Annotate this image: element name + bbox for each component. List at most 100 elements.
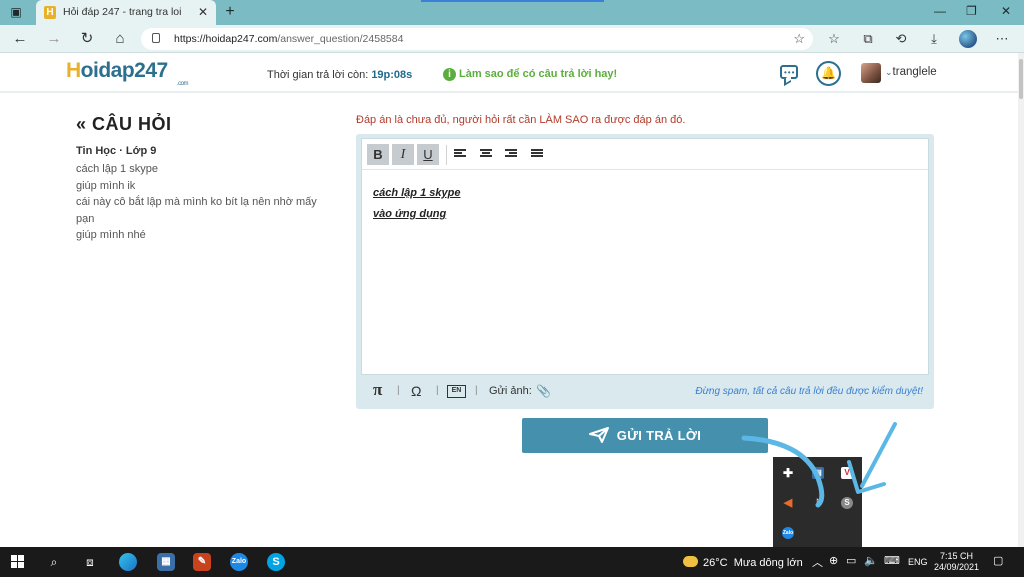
site-header: Hoidap247 .com Thời gian trả lời còn: 19… — [0, 53, 1018, 93]
weather-widget[interactable]: 26°C Mưa dông lớn — [683, 556, 803, 569]
address-bar[interactable]: https://hoidap247.com/answer_question/24… — [141, 28, 813, 50]
answer-line: cách lập 1 skype — [373, 187, 461, 199]
answer-tip-link[interactable]: i Làm sao để có câu trả lời hay! — [443, 68, 617, 81]
show-hidden-icons-chevron-icon[interactable]: ︿ — [812, 554, 823, 570]
minimize-icon[interactable]: — — [934, 4, 946, 18]
question-line: cách lập 1 skype — [76, 163, 158, 175]
site-logo[interactable]: Hoidap247 .com — [66, 59, 189, 87]
align-justify-icon[interactable] — [531, 149, 543, 160]
answer-editor: B I U cách lập 1 skype vào ứng dụng π | … — [356, 134, 934, 409]
english-input-icon[interactable]: EN — [447, 385, 466, 398]
downloads-icon[interactable]: ⤓ — [925, 30, 943, 48]
italic-button[interactable]: I — [392, 144, 414, 165]
answer-text-area[interactable]: cách lập 1 skype vào ứng dụng — [373, 183, 460, 225]
tab-title: Hỏi đáp 247 - trang tra loi — [63, 6, 182, 18]
reload-icon[interactable]: ↻ — [78, 30, 96, 48]
browser-tab[interactable]: H Hỏi đáp 247 - trang tra loi ✕ — [36, 0, 216, 25]
tray-volume-icon[interactable]: 🔈 — [864, 554, 878, 567]
collections-icon[interactable]: ⧉ — [859, 30, 877, 48]
tray-antivirus-icon[interactable]: V — [841, 467, 853, 479]
timer-label: Thời gian trả lời còn: — [267, 69, 369, 81]
home-icon[interactable]: ⌂ — [111, 30, 129, 48]
weather-cloud-icon — [683, 556, 698, 567]
new-tab-icon[interactable]: + — [222, 3, 238, 21]
forward-icon[interactable]: → — [45, 30, 63, 48]
user-menu[interactable]: ⌄tranglele — [885, 66, 937, 78]
special-char-omega-icon[interactable]: Ω — [411, 383, 421, 399]
favorites-icon[interactable]: ☆ — [825, 30, 843, 48]
window-close-icon[interactable]: ✕ — [1001, 4, 1011, 18]
submit-answer-button[interactable]: GỬI TRẢ LỜI — [522, 418, 768, 453]
add-favorite-icon[interactable]: ☆ — [793, 31, 805, 47]
logo-h: H — [66, 59, 81, 82]
align-center-icon[interactable] — [480, 149, 492, 160]
windows-taskbar: ⌕ ⧈ ▦ ✎ Zalo S 26°C Mưa dông lớn ︿ ⊕ ▭ 🔈… — [0, 547, 1024, 577]
weather-temp: 26°C — [703, 557, 728, 569]
tab-close-icon[interactable]: ✕ — [198, 5, 208, 19]
answer-warning: Đáp án là chưa đủ, người hỏi rất cần LÀM… — [356, 114, 686, 126]
tab-actions-icon[interactable]: ▣ — [8, 5, 24, 19]
more-menu-icon[interactable]: ⋯ — [993, 30, 1011, 48]
tray-bluetooth-icon[interactable]: ᛒ — [812, 497, 824, 509]
bold-button[interactable]: B — [367, 144, 389, 165]
skype-app-icon[interactable]: S — [267, 553, 285, 571]
math-pi-icon[interactable]: π — [373, 380, 382, 400]
task-view-icon[interactable]: ⧈ — [81, 553, 99, 571]
tray-sync-icon[interactable]: ⊕ — [829, 554, 838, 567]
edge-app-icon[interactable] — [119, 553, 137, 571]
tray-network-icon[interactable]: ▭ — [846, 554, 856, 567]
submit-label: GỬI TRẢ LỜI — [616, 428, 702, 443]
hoidap-favicon-icon: H — [44, 6, 56, 19]
question-heading: « CÂU HỎI — [76, 114, 172, 135]
windows-start-icon[interactable] — [11, 555, 25, 569]
history-icon[interactable]: ⟲ — [892, 30, 910, 48]
tray-keyboard-icon[interactable]: ⌨ — [884, 554, 900, 567]
browser-nav-bar: ← → ↻ ⌂ https://hoidap247.com/answer_que… — [0, 25, 1024, 53]
page-scrollbar[interactable] — [1018, 53, 1024, 547]
spam-note: Đừng spam, tất cả câu trả lời đều được k… — [695, 386, 923, 397]
notification-bell-icon[interactable]: 🔔 — [816, 61, 841, 86]
tray-overflow-popup: ✚ ▤ V ◀ ᛒ S Zalo — [773, 457, 862, 547]
lock-icon — [152, 33, 160, 43]
bottom-divider: | — [436, 385, 439, 396]
scrollbar-thumb[interactable] — [1019, 59, 1023, 99]
underline-button[interactable]: U — [417, 144, 439, 165]
url-text[interactable]: https://hoidap247.com/answer_question/24… — [174, 33, 403, 45]
url-path: /answer_question/2458584 — [277, 33, 404, 45]
tray-skype-gray-icon[interactable]: S — [841, 497, 853, 509]
browser-profile-icon[interactable] — [959, 30, 977, 48]
toolbar-divider — [446, 145, 447, 165]
align-left-icon[interactable] — [454, 149, 466, 160]
double-chevron-left-icon[interactable]: « — [76, 114, 87, 134]
annotation-straight-arrow — [860, 422, 897, 488]
question-body: cách lập 1 skype giúp mình ik cái này cô… — [76, 161, 336, 244]
tray-zalo-icon[interactable]: Zalo — [782, 527, 794, 539]
paint-app-icon[interactable]: ✎ — [193, 553, 211, 571]
username: tranglele — [892, 66, 937, 78]
input-language[interactable]: ENG — [908, 557, 928, 567]
answer-line: vào ứng dụng — [373, 208, 447, 220]
chat-icon[interactable]: ••• — [780, 65, 798, 79]
user-avatar[interactable] — [861, 63, 881, 83]
editor-toolbar: B I U — [362, 139, 928, 170]
bottom-divider: | — [475, 385, 478, 396]
bottom-divider: | — [397, 385, 400, 396]
system-clock[interactable]: 7:15 CH 24/09/2021 — [934, 551, 979, 573]
tray-audio-icon[interactable]: ◀ — [782, 497, 794, 509]
url-host: https://hoidap247.com — [174, 33, 278, 45]
align-right-icon[interactable] — [505, 149, 517, 160]
zalo-app-icon[interactable]: Zalo — [230, 553, 248, 571]
tray-display-icon[interactable]: ▤ — [812, 467, 824, 479]
attach-paperclip-icon[interactable]: 📎 — [536, 384, 551, 398]
back-icon[interactable]: ← — [11, 30, 29, 48]
weather-text: Mưa dông lớn — [733, 557, 803, 569]
question-heading-text: CÂU HỎI — [92, 114, 172, 134]
editor-frame: B I U cách lập 1 skype vào ứng dụng — [361, 138, 929, 375]
logo-text: oidap247 — [80, 59, 169, 82]
question-subject: Tin Học · Lớp 9 — [76, 145, 157, 157]
search-icon[interactable]: ⌕ — [45, 553, 63, 571]
tray-network-plus-icon[interactable]: ✚ — [782, 467, 794, 479]
notification-center-icon[interactable]: ▢ — [993, 554, 1003, 567]
calculator-app-icon[interactable]: ▦ — [157, 553, 175, 571]
restore-icon[interactable]: ❐ — [966, 4, 977, 18]
